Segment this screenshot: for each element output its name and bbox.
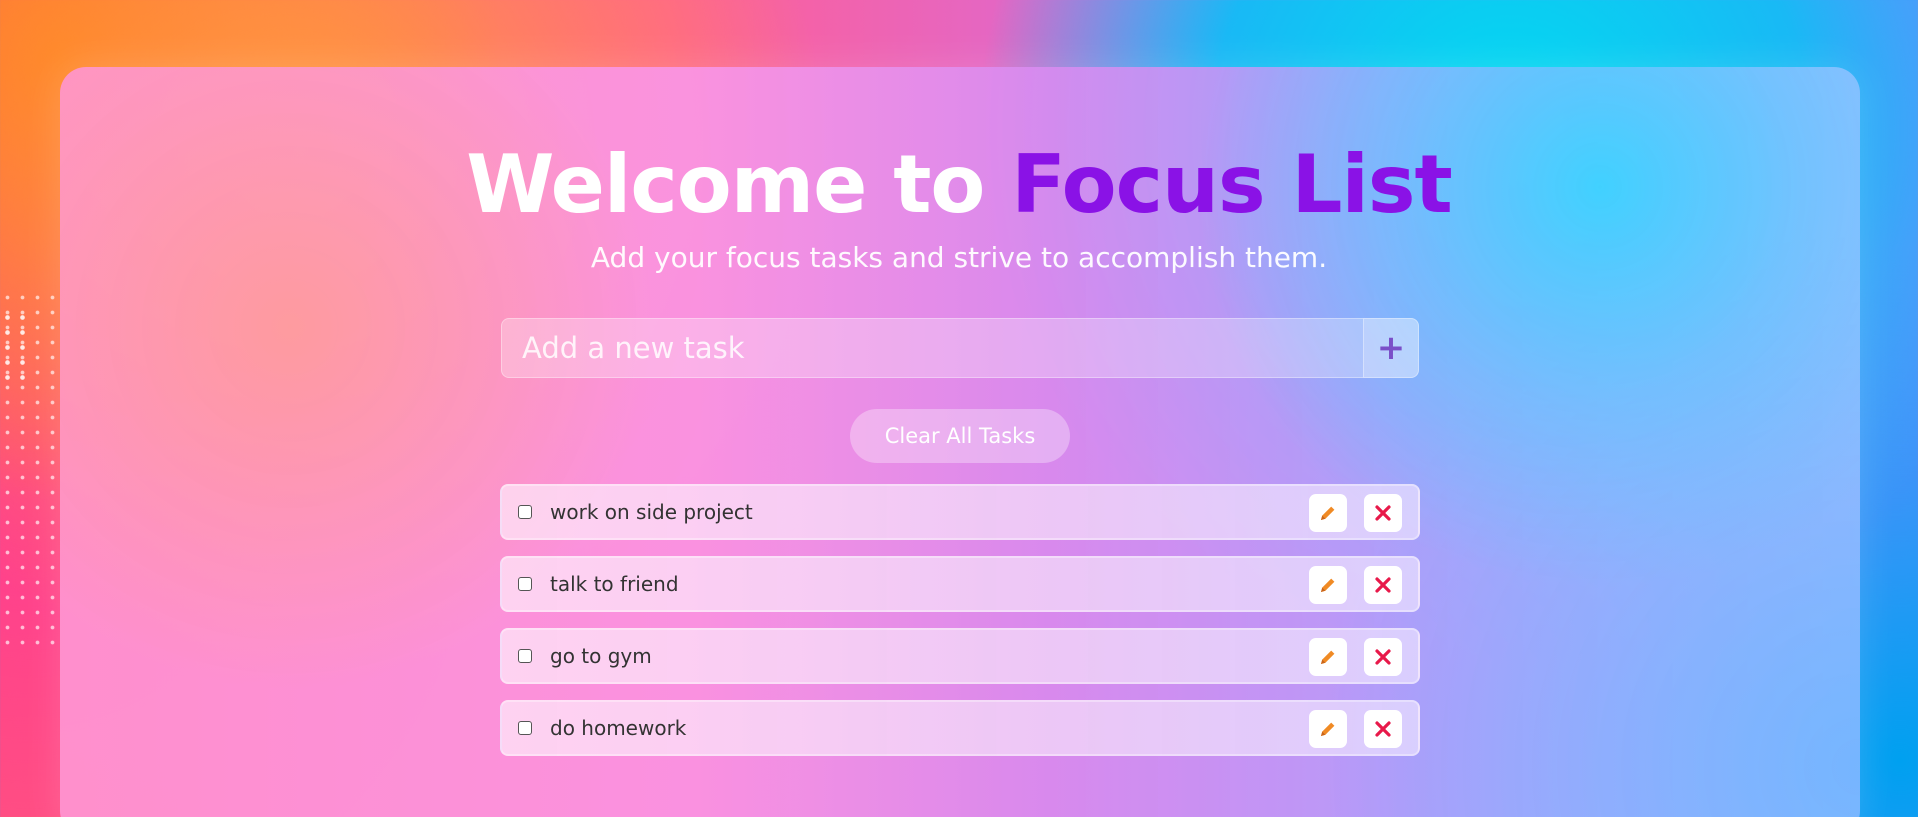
task-checkbox[interactable] — [518, 649, 532, 663]
title-prefix: Welcome to — [466, 138, 985, 231]
task-label: go to gym — [550, 644, 652, 668]
page-subtitle: Add your focus tasks and strive to accom… — [590, 241, 1328, 274]
task-item: go to gym — [500, 628, 1420, 684]
close-icon — [1375, 577, 1391, 593]
clear-all-tasks-button[interactable]: Clear All Tasks — [850, 409, 1070, 463]
task-actions — [1309, 710, 1402, 748]
task-actions — [1309, 494, 1402, 532]
page-title: Welcome to Focus List — [0, 135, 1918, 235]
edit-task-button[interactable] — [1309, 638, 1347, 676]
task-item: work on side project — [500, 484, 1420, 540]
pencil-icon — [1321, 506, 1335, 520]
pencil-icon — [1321, 722, 1335, 736]
task-label: do homework — [550, 716, 687, 740]
close-icon — [1375, 505, 1391, 521]
delete-task-button[interactable] — [1364, 494, 1402, 532]
task-checkbox[interactable] — [518, 505, 532, 519]
delete-task-button[interactable] — [1364, 710, 1402, 748]
background-dot-accent — [0, 310, 30, 390]
task-actions — [1309, 638, 1402, 676]
task-item: talk to friend — [500, 556, 1420, 612]
edit-task-button[interactable] — [1309, 566, 1347, 604]
plus-icon: + — [1376, 328, 1406, 368]
task-checkbox[interactable] — [518, 721, 532, 735]
task-item: do homework — [500, 700, 1420, 756]
add-task-button[interactable]: + — [1363, 318, 1419, 378]
pencil-icon — [1321, 650, 1335, 664]
task-label: talk to friend — [550, 572, 679, 596]
close-icon — [1375, 721, 1391, 737]
task-label: work on side project — [550, 500, 753, 524]
edit-task-button[interactable] — [1309, 494, 1347, 532]
pencil-icon — [1321, 578, 1335, 592]
task-checkbox[interactable] — [518, 577, 532, 591]
task-list: work on side project talk to friend go t… — [500, 484, 1420, 772]
edit-task-button[interactable] — [1309, 710, 1347, 748]
task-actions — [1309, 566, 1402, 604]
new-task-input[interactable] — [501, 318, 1363, 378]
close-icon — [1375, 649, 1391, 665]
add-task-form: + — [501, 318, 1419, 378]
delete-task-button[interactable] — [1364, 566, 1402, 604]
delete-task-button[interactable] — [1364, 638, 1402, 676]
title-brand: Focus List — [1011, 138, 1452, 231]
